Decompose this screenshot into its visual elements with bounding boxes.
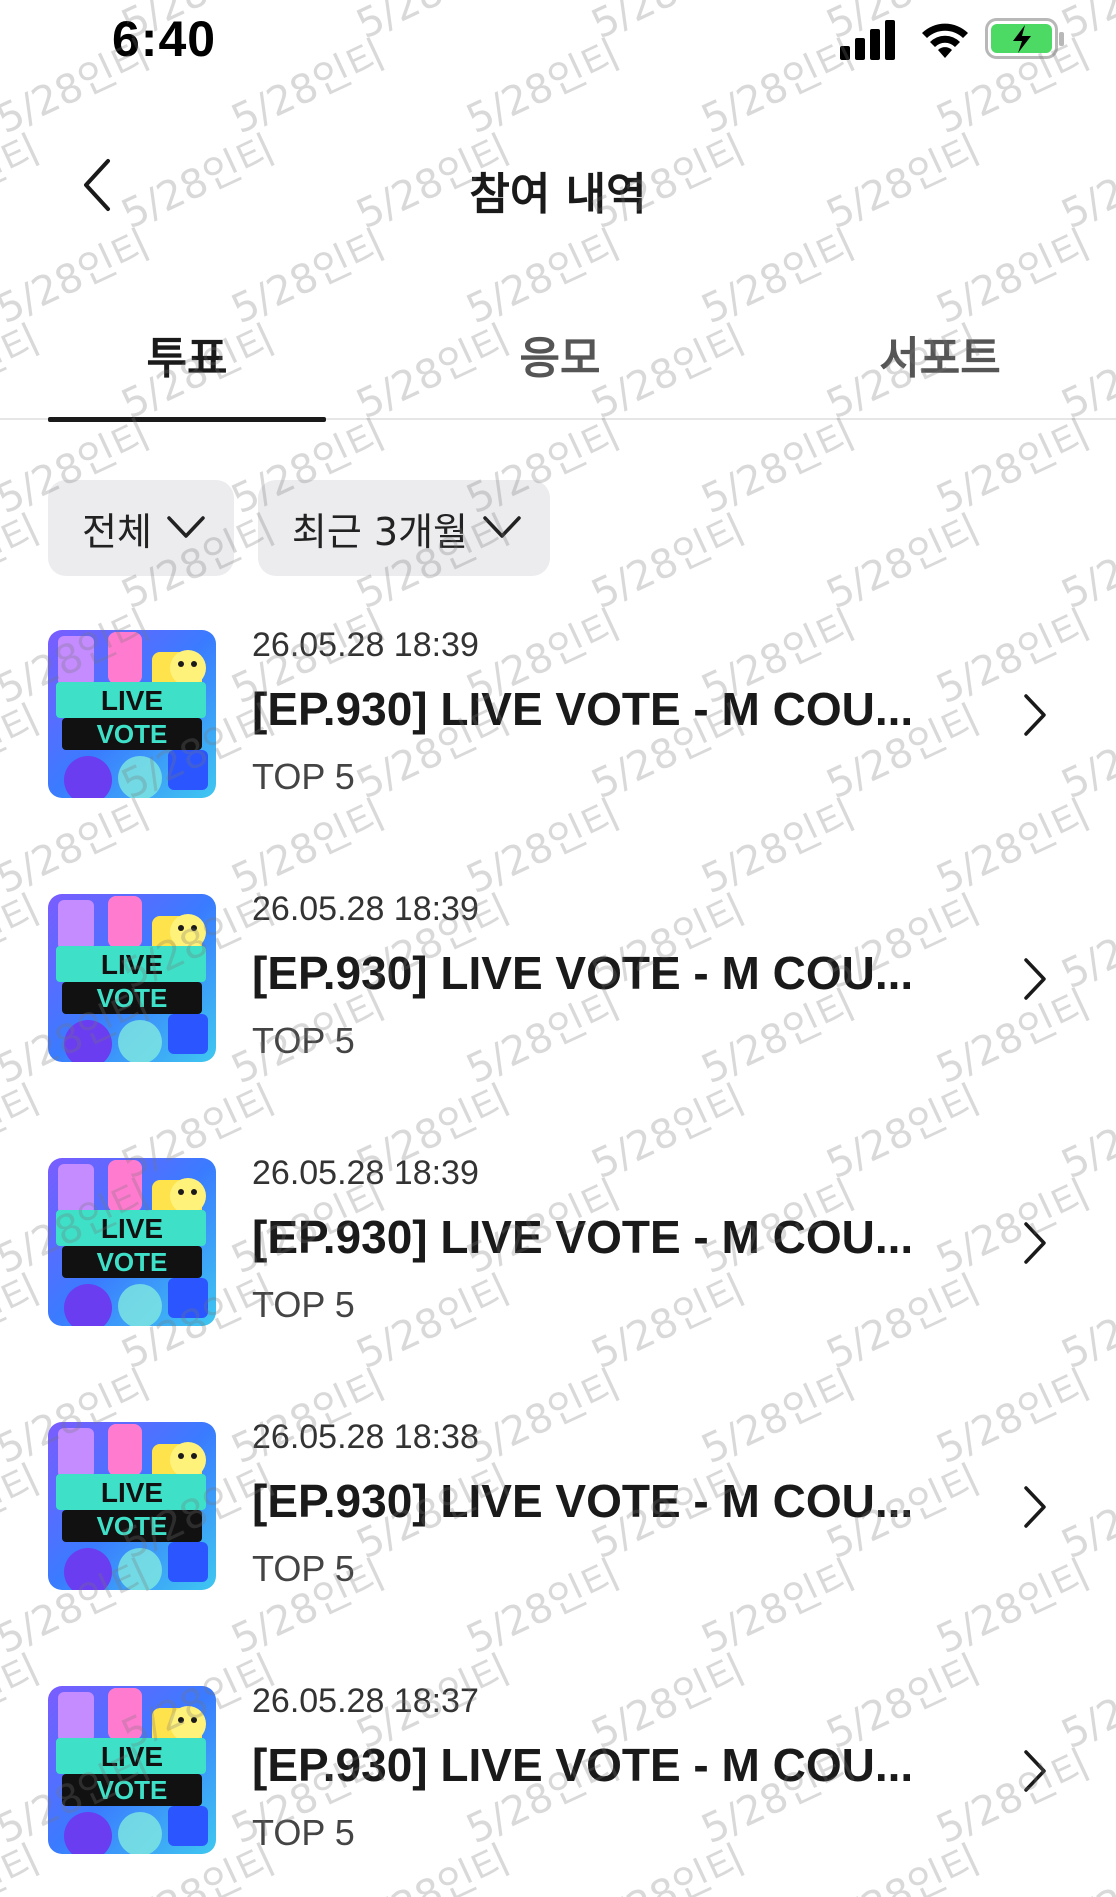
- thumb-label-live: LIVE: [101, 1477, 163, 1508]
- item-title: [EP.930] LIVE VOTE - M COU...: [252, 947, 914, 999]
- watermark-text: 5/28인티: [1054, 507, 1116, 619]
- thumb-label-vote: VOTE: [97, 719, 168, 749]
- page-title: 참여 내역: [469, 169, 647, 220]
- item-date: 26.05.28 18:39: [252, 1154, 479, 1192]
- participation-list: LIVE VOTE 26.05.28 18:39 [EP.930] LIVE V…: [0, 620, 1116, 1897]
- list-item[interactable]: LIVE VOTE 26.05.28 18:39 [EP.930] LIVE V…: [0, 1148, 1116, 1412]
- watermark-text: 5/28인티: [694, 412, 863, 524]
- thumb-label-vote: VOTE: [97, 983, 168, 1013]
- chevron-right-icon: [1024, 1750, 1046, 1792]
- live-vote-thumbnail: LIVE VOTE: [48, 894, 216, 1062]
- tab-label: 투표: [146, 333, 228, 384]
- watermark-text: 5/28인티: [0, 507, 48, 619]
- thumb-label-live: LIVE: [101, 949, 163, 980]
- filter-label: 최근 3개월: [291, 509, 469, 554]
- thumb-label-live: LIVE: [101, 1213, 163, 1244]
- chevron-right-icon: [1024, 958, 1046, 1000]
- item-date: 26.05.28 18:39: [252, 626, 479, 664]
- live-vote-thumbnail: LIVE VOTE: [48, 1422, 216, 1590]
- item-title: [EP.930] LIVE VOTE - M COU...: [252, 1211, 914, 1263]
- status-bar: 6:40: [0, 0, 1116, 80]
- chevron-right-icon: [1024, 1486, 1046, 1528]
- list-item[interactable]: LIVE VOTE 26.05.28 18:38 [EP.930] LIVE V…: [0, 1412, 1116, 1676]
- status-time: 6:40: [112, 11, 217, 67]
- thumb-label-vote: VOTE: [97, 1511, 168, 1541]
- chevron-right-icon: [1024, 1222, 1046, 1264]
- chevron-down-icon: [483, 516, 521, 538]
- item-title: [EP.930] LIVE VOTE - M COU...: [252, 1475, 914, 1527]
- list-item[interactable]: LIVE VOTE 26.05.28 18:39 [EP.930] LIVE V…: [0, 884, 1116, 1148]
- thumb-label-live: LIVE: [101, 685, 163, 716]
- item-date: 26.05.28 18:37: [252, 1682, 479, 1720]
- watermark-text: 5/28인티: [929, 412, 1098, 524]
- watermark-text: 5/28인티: [584, 507, 753, 619]
- item-subtitle: TOP 5: [252, 756, 355, 797]
- battery-charging-icon: [985, 18, 1064, 59]
- list-item[interactable]: LIVE VOTE 26.05.28 18:37 [EP.930] LIVE V…: [0, 1676, 1116, 1897]
- thumb-label-live: LIVE: [101, 1741, 163, 1772]
- live-vote-thumbnail: LIVE VOTE: [48, 1158, 216, 1326]
- chevron-down-icon: [167, 516, 205, 538]
- watermark-text: 5/28인티: [819, 507, 988, 619]
- item-subtitle: TOP 5: [252, 1020, 355, 1061]
- cellular-signal-icon: [840, 20, 895, 60]
- item-subtitle: TOP 5: [252, 1548, 355, 1589]
- filter-period-dropdown[interactable]: 최근 3개월: [257, 480, 551, 576]
- tab-support[interactable]: 서포트: [800, 310, 1080, 420]
- item-subtitle: TOP 5: [252, 1812, 355, 1853]
- thumb-label-vote: VOTE: [97, 1247, 168, 1277]
- tab-vote[interactable]: 투표: [48, 310, 326, 422]
- item-subtitle: TOP 5: [252, 1284, 355, 1325]
- thumb-label-vote: VOTE: [97, 1775, 168, 1805]
- item-title: [EP.930] LIVE VOTE - M COU...: [252, 1739, 914, 1791]
- filter-bar: 전체 최근 3개월: [48, 480, 551, 576]
- live-vote-thumbnail: LIVE VOTE: [48, 630, 216, 798]
- list-item[interactable]: LIVE VOTE 26.05.28 18:39 [EP.930] LIVE V…: [0, 620, 1116, 884]
- item-date: 26.05.28 18:38: [252, 1418, 479, 1456]
- app-header: 참여 내역: [0, 130, 1116, 240]
- item-date: 26.05.28 18:39: [252, 890, 479, 928]
- item-title: [EP.930] LIVE VOTE - M COU...: [252, 683, 914, 735]
- tab-label: 응모: [519, 333, 601, 384]
- live-vote-thumbnail: LIVE VOTE: [48, 1686, 216, 1854]
- filter-label: 전체: [82, 509, 152, 554]
- tab-label: 서포트: [879, 333, 1001, 384]
- tab-bar: 투표 응모 서포트: [0, 300, 1116, 422]
- wifi-icon: [922, 23, 968, 58]
- chevron-right-icon: [1024, 694, 1046, 736]
- filter-category-dropdown[interactable]: 전체: [48, 480, 234, 576]
- tab-apply[interactable]: 응모: [420, 310, 700, 420]
